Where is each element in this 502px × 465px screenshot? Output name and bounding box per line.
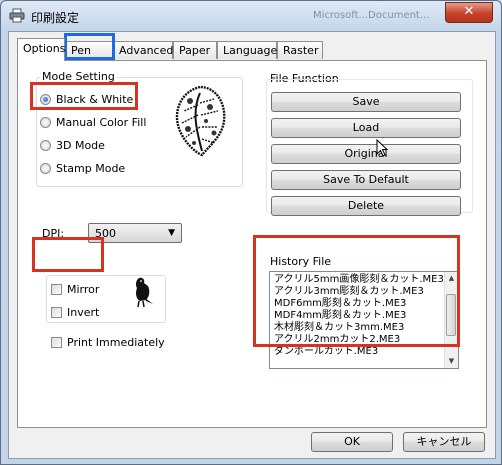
save-to-default-button[interactable]: Save To Default xyxy=(271,170,461,190)
invert-checkbox[interactable] xyxy=(51,307,62,318)
print-immediately-checkbox[interactable] xyxy=(51,337,62,348)
invert-label: Invert xyxy=(67,306,100,319)
window-title: 印刷設定 xyxy=(31,11,80,25)
original-button[interactable]: Original xyxy=(271,144,461,164)
mirror-highlight xyxy=(32,237,104,272)
scroll-down-arrow-icon[interactable]: ▼ xyxy=(445,355,458,368)
pen-tab-highlight xyxy=(64,33,115,60)
radio-3d-mode[interactable]: 3D Mode xyxy=(40,139,105,152)
radio-button[interactable] xyxy=(40,117,51,128)
print-settings-window: 印刷設定 Microsoft...Document... ✕ Options P… xyxy=(0,0,502,465)
tab-paper[interactable]: Paper xyxy=(173,41,217,59)
bird-preview-icon xyxy=(135,277,153,308)
radio-button[interactable] xyxy=(40,140,51,151)
ok-button[interactable]: OK xyxy=(311,432,393,452)
radio-button[interactable] xyxy=(40,163,51,174)
save-button[interactable]: Save xyxy=(271,92,461,112)
printer-icon xyxy=(9,8,25,23)
tab-language[interactable]: Language xyxy=(217,41,277,59)
list-item[interactable]: ダンボールカット.ME3 xyxy=(270,346,458,358)
invert-checkbox-row[interactable]: Invert xyxy=(51,306,99,319)
tab-options[interactable]: Options xyxy=(17,38,65,61)
radio-stamp-mode[interactable]: Stamp Mode xyxy=(40,162,125,175)
load-button[interactable]: Load xyxy=(271,118,461,138)
delete-button[interactable]: Delete xyxy=(271,196,461,216)
title-bar: 印刷設定 Microsoft...Document... ✕ xyxy=(1,1,501,31)
print-immediately-label: Print Immediately xyxy=(67,336,165,349)
mirror-checkbox[interactable] xyxy=(51,284,62,295)
tab-advanced[interactable]: Advanced xyxy=(113,41,173,59)
chevron-down-icon: ▼ xyxy=(168,228,175,238)
mirror-checkbox-row[interactable]: Mirror xyxy=(51,283,99,296)
cancel-button[interactable]: キャンセル xyxy=(403,432,485,452)
black-white-highlight xyxy=(30,82,138,110)
radio-label: Manual Color Fill xyxy=(56,116,147,129)
radio-label: Stamp Mode xyxy=(56,162,126,175)
radio-label: 3D Mode xyxy=(56,139,105,152)
mirror-label: Mirror xyxy=(67,283,100,296)
background-window-title: Microsoft...Document... xyxy=(313,10,430,21)
print-immediately-row[interactable]: Print Immediately xyxy=(51,336,165,349)
history-file-highlight xyxy=(253,235,460,347)
black-white-preview-image xyxy=(175,85,226,157)
radio-manual-color-fill[interactable]: Manual Color Fill xyxy=(40,116,146,129)
tab-raster[interactable]: Raster xyxy=(277,41,323,59)
mouse-cursor-icon xyxy=(376,139,389,157)
close-button[interactable]: ✕ xyxy=(445,2,493,23)
